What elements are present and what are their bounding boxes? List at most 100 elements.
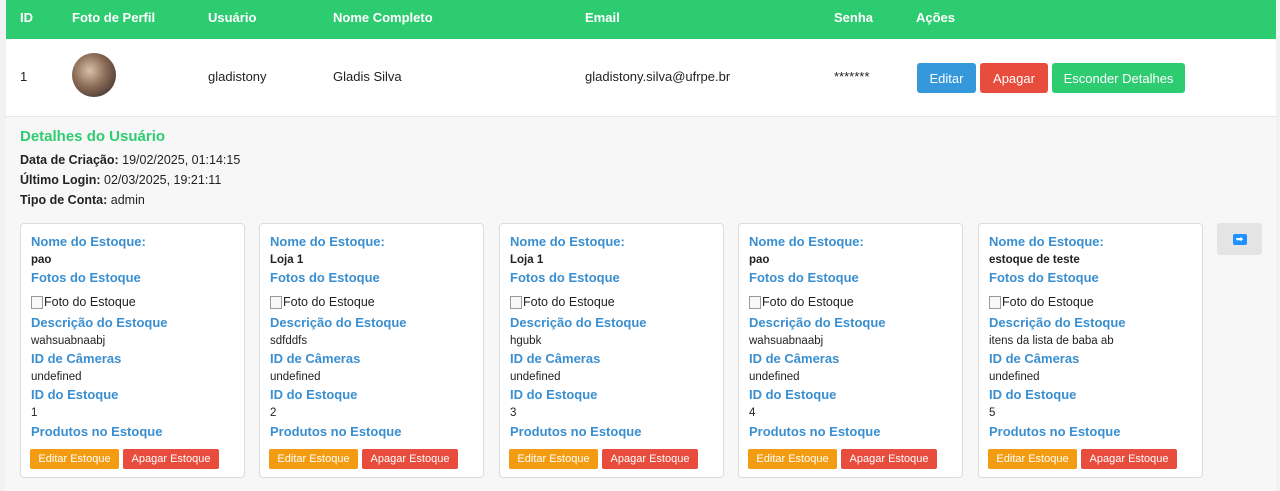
stock-description-label: Descrição do Estoque [510,315,647,330]
next-stocks-button[interactable]: ➡ [1217,223,1262,255]
stock-id: 3 [510,407,517,419]
stock-name-label: Nome do Estoque: [270,234,385,249]
broken-image-icon [270,295,282,309]
delete-stock-button[interactable]: Apagar Estoque [1081,449,1177,469]
stock-description-label: Descrição do Estoque [270,315,407,330]
stock-card: Nome do Estoque: pao Fotos do Estoque Fo… [738,223,963,478]
stock-cameras: undefined [749,371,800,383]
broken-image-icon [989,295,1001,309]
stock-cameras-label: ID de Câmeras [989,351,1080,366]
delete-stock-button[interactable]: Apagar Estoque [362,449,458,469]
stock-id: 2 [270,407,277,419]
stock-cameras: undefined [31,371,82,383]
edit-stock-button[interactable]: Editar Estoque [30,449,119,469]
stock-card: Nome do Estoque: pao Fotos do Estoque Fo… [20,223,245,478]
stock-description: sdfddfs [270,335,308,347]
stock-id-label: ID do Estoque [989,387,1077,402]
last-login-line: Último Login: 02/03/2025, 19:21:11 [20,173,222,187]
stock-photo-placeholder: Foto do Estoque [270,295,375,309]
stock-description: wahsuabnaabj [31,335,106,347]
stock-id-label: ID do Estoque [510,387,598,402]
stock-products-label: Produtos no Estoque [510,424,642,439]
table-header: ID Foto de Perfil Usuário Nome Completo … [6,0,1276,39]
stock-description: itens da lista de baba ab [989,335,1114,347]
arrow-right-icon: ➡ [1232,233,1247,245]
stock-products-label: Produtos no Estoque [989,424,1121,439]
details-title: Detalhes do Usuário [20,128,166,145]
header-actions: Ações [916,10,956,25]
avatar [72,53,116,97]
edit-stock-button[interactable]: Editar Estoque [269,449,358,469]
stock-name-label: Nome do Estoque: [989,234,1104,249]
stock-id: 1 [31,407,38,419]
stock-cameras-label: ID de Câmeras [749,351,840,366]
stock-products-label: Produtos no Estoque [749,424,881,439]
edit-stock-button[interactable]: Editar Estoque [748,449,837,469]
edit-stock-button[interactable]: Editar Estoque [509,449,598,469]
row-fullname: Gladis Silva [333,69,402,84]
stock-photo-placeholder: Foto do Estoque [510,295,615,309]
stock-card: Nome do Estoque: Loja 1 Fotos do Estoque… [259,223,484,478]
edit-stock-button[interactable]: Editar Estoque [988,449,1077,469]
stock-name: Loja 1 [510,254,544,266]
stock-cameras-label: ID de Câmeras [270,351,361,366]
stock-name: pao [749,254,770,266]
stock-card: Nome do Estoque: Loja 1 Fotos do Estoque… [499,223,724,478]
table-row: 1 gladistony Gladis Silva gladistony.sil… [6,39,1276,117]
stock-cameras: undefined [989,371,1040,383]
stock-id-label: ID do Estoque [31,387,119,402]
hide-details-button[interactable]: Esconder Detalhes [1052,63,1185,93]
stock-photo-placeholder: Foto do Estoque [749,295,854,309]
row-password: ******* [834,69,870,84]
header-id: ID [20,10,33,25]
stock-cameras: undefined [270,371,321,383]
row-id: 1 [20,69,28,84]
delete-stock-button[interactable]: Apagar Estoque [602,449,698,469]
edit-user-button[interactable]: Editar [917,63,976,93]
stock-card: Nome do Estoque: estoque de teste Fotos … [978,223,1203,478]
stock-name: estoque de teste [989,254,1080,266]
row-username: gladistony [208,69,267,84]
delete-stock-button[interactable]: Apagar Estoque [841,449,937,469]
stock-description-label: Descrição do Estoque [749,315,886,330]
account-type-line: Tipo de Conta: admin [20,193,145,207]
stock-photos-label: Fotos do Estoque [510,270,620,285]
stock-name-label: Nome do Estoque: [31,234,146,249]
stock-id-label: ID do Estoque [749,387,837,402]
header-fullname: Nome Completo [333,10,433,25]
stock-id: 4 [749,407,756,419]
stock-description-label: Descrição do Estoque [989,315,1126,330]
stock-name-label: Nome do Estoque: [510,234,625,249]
stock-id: 5 [989,407,996,419]
stock-name: Loja 1 [270,254,304,266]
stock-description: hgubk [510,335,542,347]
broken-image-icon [31,295,43,309]
stock-photos-label: Fotos do Estoque [31,270,141,285]
stock-cameras: undefined [510,371,561,383]
header-email: Email [585,10,620,25]
delete-stock-button[interactable]: Apagar Estoque [123,449,219,469]
stock-cameras-label: ID de Câmeras [510,351,601,366]
stock-photo-placeholder: Foto do Estoque [989,295,1094,309]
stock-photo-placeholder: Foto do Estoque [31,295,136,309]
header-photo: Foto de Perfil [72,10,156,25]
header-username: Usuário [208,10,257,25]
stock-description: wahsuabnaabj [749,335,824,347]
created-line: Data de Criação: 19/02/2025, 01:14:15 [20,153,241,167]
stock-photos-label: Fotos do Estoque [989,270,1099,285]
stock-id-label: ID do Estoque [270,387,358,402]
header-password: Senha [834,10,874,25]
users-panel: ID Foto de Perfil Usuário Nome Completo … [6,0,1276,491]
stock-products-label: Produtos no Estoque [31,424,163,439]
stock-name-label: Nome do Estoque: [749,234,864,249]
broken-image-icon [749,295,761,309]
stock-name: pao [31,254,52,266]
row-email: gladistony.silva@ufrpe.br [585,69,731,84]
broken-image-icon [510,295,522,309]
stock-photos-label: Fotos do Estoque [270,270,380,285]
stock-photos-label: Fotos do Estoque [749,270,859,285]
delete-user-button[interactable]: Apagar [980,63,1048,93]
stock-cameras-label: ID de Câmeras [31,351,122,366]
stock-description-label: Descrição do Estoque [31,315,168,330]
user-details: Detalhes do Usuário Data de Criação: 19/… [20,128,240,210]
